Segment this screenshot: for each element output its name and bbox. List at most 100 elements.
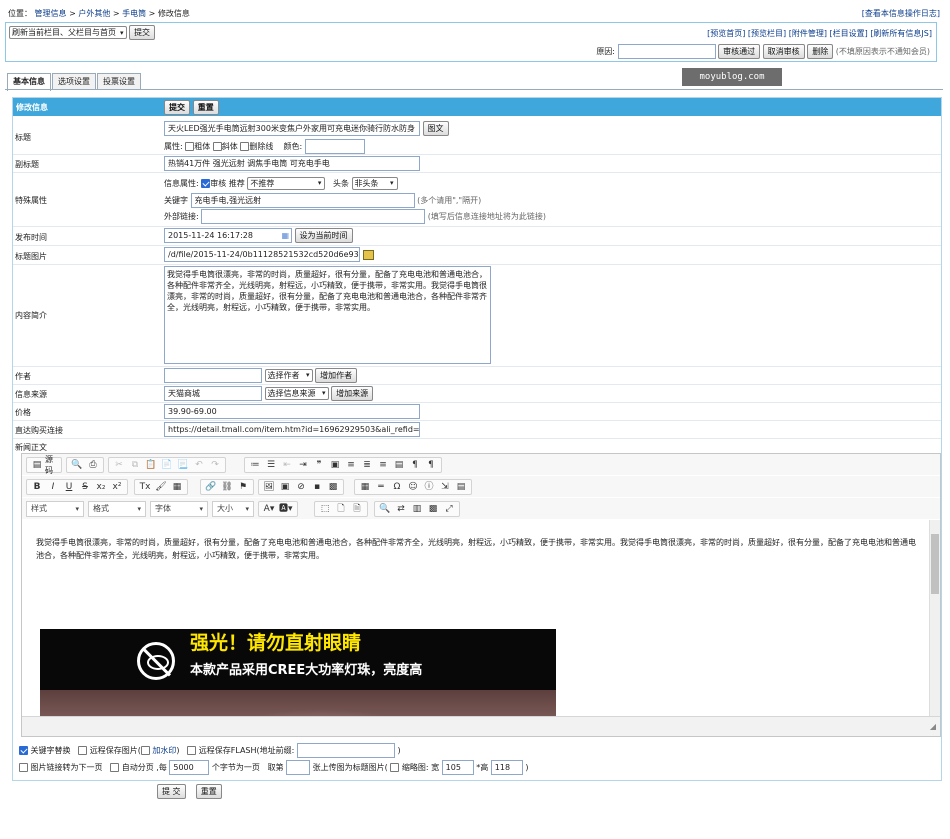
ltr-icon[interactable]: ¶ bbox=[409, 458, 421, 472]
div-icon[interactable]: ▣ bbox=[329, 458, 341, 472]
image-select-icon[interactable] bbox=[362, 249, 374, 260]
italic-icon[interactable]: I bbox=[47, 480, 59, 494]
strike-checkbox[interactable] bbox=[240, 142, 250, 151]
approve-button[interactable]: 审核通过 bbox=[718, 44, 761, 59]
indent-icon[interactable]: ⇥ bbox=[297, 458, 309, 472]
column-settings-link[interactable]: [栏目设置] bbox=[830, 29, 868, 38]
copy-format-icon[interactable]: 🖌 bbox=[155, 480, 167, 494]
breadcrumb-link-flashlight[interactable]: 手电筒 bbox=[122, 9, 146, 18]
source-select[interactable]: 选择信息来源 ▾ bbox=[264, 387, 329, 400]
media-icon[interactable]: ⊘ bbox=[295, 480, 307, 494]
horizontal-rule-icon[interactable]: ═ bbox=[375, 480, 387, 494]
bg-color-icon[interactable]: 🅰▾ bbox=[279, 502, 293, 516]
calendar-icon[interactable]: ▦ bbox=[281, 229, 289, 242]
print-icon[interactable]: ⎙ bbox=[87, 458, 99, 472]
doc-props-icon[interactable]: 🗎 bbox=[351, 502, 363, 516]
extlink-input[interactable] bbox=[201, 209, 426, 224]
pubtime-input[interactable]: 2015-11-24 16:17:28 ▦ bbox=[164, 228, 292, 243]
img-next-page-checkbox[interactable] bbox=[19, 763, 28, 772]
show-blocks-icon[interactable]: ▩ bbox=[427, 502, 439, 516]
scrollbar-thumb[interactable] bbox=[931, 534, 939, 594]
template-icon[interactable]: ▦ bbox=[171, 480, 183, 494]
add-source-button[interactable]: 增加来源 bbox=[331, 386, 374, 401]
select-all-icon[interactable]: ▥ bbox=[411, 502, 423, 516]
maximize-icon[interactable]: ⬚ bbox=[319, 502, 331, 516]
fullscreen-icon[interactable]: ⤢ bbox=[443, 502, 455, 516]
refresh-submit-button[interactable]: 提交 bbox=[129, 25, 156, 40]
preview-icon[interactable]: 🔍 bbox=[71, 458, 83, 472]
paste-icon[interactable]: 📋 bbox=[145, 458, 157, 472]
remove-format-icon[interactable]: Tx bbox=[139, 480, 151, 494]
delete-button[interactable]: 删除 bbox=[807, 44, 834, 59]
auto-page-input[interactable]: 5000 bbox=[169, 760, 210, 775]
refresh-select[interactable]: 刷新当前栏目、父栏目与首页 ▾ bbox=[9, 26, 127, 39]
bold-checkbox[interactable] bbox=[185, 142, 195, 151]
breadcrumb-link-manage[interactable]: 管理信息 bbox=[35, 9, 67, 18]
preview-home-link[interactable]: [预览首页] bbox=[707, 29, 745, 38]
remote-save-img-checkbox[interactable] bbox=[78, 746, 88, 755]
reason-input[interactable] bbox=[617, 44, 716, 59]
rtl-icon[interactable]: ¶ bbox=[425, 458, 437, 472]
size-combo[interactable]: 大小 ▾ bbox=[212, 501, 254, 517]
table-icon[interactable]: ▦ bbox=[359, 480, 371, 494]
color-input[interactable] bbox=[304, 139, 365, 154]
image-text-button[interactable]: 图文 bbox=[422, 121, 449, 136]
text-color-icon[interactable]: A▾ bbox=[263, 502, 275, 516]
replace-icon[interactable]: ⇄ bbox=[395, 502, 407, 516]
author-input[interactable] bbox=[164, 368, 262, 383]
align-right-icon[interactable]: ≡ bbox=[377, 458, 389, 472]
thumb-height-input[interactable]: 118 bbox=[490, 760, 523, 775]
copy-icon[interactable]: ⧉ bbox=[129, 458, 141, 472]
recommend-select[interactable]: 不推荐 ▾ bbox=[247, 177, 326, 190]
ordered-list-icon[interactable]: ≔ bbox=[249, 458, 261, 472]
thumb-width-input[interactable]: 105 bbox=[441, 760, 474, 775]
header-reset-button[interactable]: 重置 bbox=[192, 100, 219, 115]
title-input[interactable]: 天火LED强光手电筒远射300米变焦户外家用可充电迷你骑行防水防身 bbox=[164, 121, 420, 136]
keyword-replace-checkbox[interactable] bbox=[19, 746, 28, 755]
attachments-link[interactable]: [附件管理] bbox=[789, 29, 827, 38]
source-input[interactable]: 天猫商城 bbox=[164, 386, 262, 401]
bold-icon[interactable]: B bbox=[31, 480, 43, 494]
subscript-icon[interactable]: x₂ bbox=[95, 480, 107, 494]
emoticon-icon[interactable]: ☺ bbox=[407, 480, 419, 494]
gallery-icon[interactable]: ▩ bbox=[327, 480, 339, 494]
align-center-icon[interactable]: ≣ bbox=[361, 458, 373, 472]
special-char-icon[interactable]: Ω bbox=[391, 480, 403, 494]
headline-select[interactable]: 非头条 ▾ bbox=[351, 177, 398, 190]
blockquote-icon[interactable]: ❞ bbox=[313, 458, 325, 472]
anchor-icon[interactable]: ⚑ bbox=[237, 480, 249, 494]
align-justify-icon[interactable]: ▤ bbox=[393, 458, 405, 472]
cut-icon[interactable]: ✂ bbox=[113, 458, 125, 472]
iframe-icon[interactable]: ▤ bbox=[455, 480, 467, 494]
watermark-checkbox[interactable] bbox=[140, 746, 150, 755]
file-icon[interactable]: ▪ bbox=[311, 480, 323, 494]
author-select[interactable]: 选择作者 ▾ bbox=[264, 369, 313, 382]
italic-checkbox[interactable] bbox=[212, 142, 222, 151]
add-author-button[interactable]: 增加作者 bbox=[315, 368, 358, 383]
format-combo[interactable]: 格式 ▾ bbox=[88, 501, 146, 517]
keywords-input[interactable]: 充电手电,强光远射 bbox=[190, 193, 415, 208]
set-now-button[interactable]: 设为当前时间 bbox=[294, 228, 353, 243]
undo-icon[interactable]: ↶ bbox=[193, 458, 205, 472]
strikethrough-icon[interactable]: S bbox=[79, 480, 91, 494]
page-break-icon[interactable]: ⇲ bbox=[439, 480, 451, 494]
thumbnail-checkbox[interactable] bbox=[390, 763, 400, 772]
buylink-input[interactable]: https://detail.tmall.com/item.htm?id=169… bbox=[164, 422, 420, 437]
underline-icon[interactable]: U bbox=[63, 480, 75, 494]
flash-icon[interactable]: ▣ bbox=[279, 480, 291, 494]
align-left-icon[interactable]: ≡ bbox=[345, 458, 357, 472]
titlepic-input[interactable]: /d/file/2015-11-24/0b11128521532cd520d6e… bbox=[164, 247, 360, 262]
subtitle-input[interactable]: 热销41万件 强光远射 调焦手电筒 可充电手电 bbox=[164, 156, 420, 171]
refresh-js-link[interactable]: [刷新所有信息JS] bbox=[870, 29, 932, 38]
paste-text-icon[interactable]: 📄 bbox=[161, 458, 173, 472]
summary-textarea[interactable] bbox=[164, 266, 491, 364]
view-log-link[interactable]: [查看本信息操作日志] bbox=[862, 8, 940, 19]
source-button[interactable]: 源码 bbox=[45, 454, 59, 476]
breadcrumb-link-outdoor[interactable]: 户外其他 bbox=[78, 9, 110, 18]
redo-icon[interactable]: ↷ bbox=[209, 458, 221, 472]
image-icon[interactable]: 🖼 bbox=[263, 480, 275, 494]
new-page-icon[interactable]: 🗋 bbox=[335, 502, 347, 516]
editor-scrollbar[interactable] bbox=[929, 520, 940, 718]
tab-vote[interactable]: 投票设置 bbox=[97, 73, 141, 90]
superscript-icon[interactable]: x² bbox=[111, 480, 123, 494]
